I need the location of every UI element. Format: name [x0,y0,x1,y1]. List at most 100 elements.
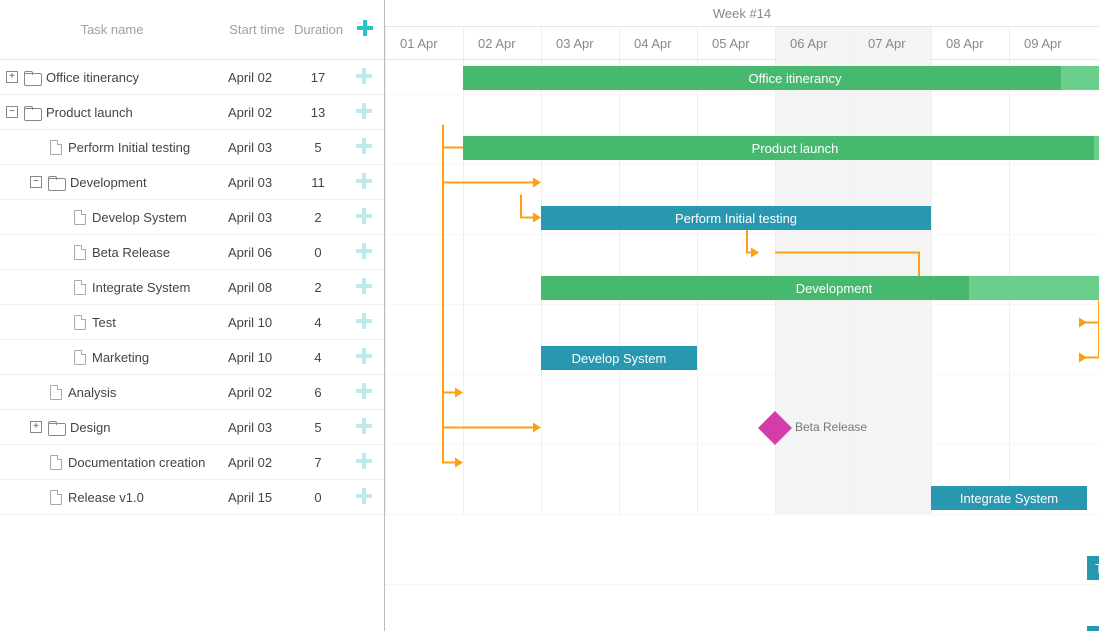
start-cell: April 06 [224,245,290,260]
day-cell: 04 Apr [619,27,697,60]
bar-label: Product launch [752,141,839,156]
grid-row[interactable]: +Office itinerancyApril 0217 [0,60,384,95]
grid-row[interactable]: Perform Initial testingApril 035 [0,130,384,165]
gantt-bar-task[interactable]: Perform Initial testing [541,206,931,230]
plus-icon [356,208,372,224]
grid-row[interactable]: TestApril 104 [0,305,384,340]
bar-label: Test [1095,561,1099,576]
task-cell: Develop System [0,210,224,225]
bar-label: Office itinerancy [749,71,842,86]
week-label: Week #14 [385,0,1099,27]
plus-icon [356,243,372,259]
expand-icon[interactable]: + [6,71,18,83]
task-cell: Test [0,315,224,330]
progress-remaining [1094,136,1099,160]
add-task-button[interactable] [346,313,382,332]
task-name: Marketing [92,350,149,365]
task-cell: Documentation creation [0,455,224,470]
add-task-button[interactable] [346,243,382,262]
collapse-icon[interactable]: − [30,176,42,188]
plus-icon [356,383,372,399]
grid-row[interactable]: Documentation creationApril 027 [0,445,384,480]
grid-row[interactable]: −Product launchApril 0213 [0,95,384,130]
plus-icon [356,173,372,189]
progress-remaining [1061,66,1099,90]
grid-row[interactable]: Develop SystemApril 032 [0,200,384,235]
add-task-button[interactable] [346,383,382,402]
day-cell: 06 Apr [775,27,853,60]
task-name: Product launch [46,105,133,120]
gantt-bar-project[interactable]: Development [541,276,1099,300]
task-cell: +Office itinerancy [0,70,224,85]
start-cell: April 02 [224,455,290,470]
add-task-button[interactable] [346,418,382,437]
grid-row[interactable]: AnalysisApril 026 [0,375,384,410]
add-task-button[interactable] [346,138,382,157]
task-name: Documentation creation [68,455,205,470]
task-name: Development [70,175,147,190]
duration-cell: 6 [290,385,346,400]
bar-label: Develop System [572,351,667,366]
task-name: Perform Initial testing [68,140,190,155]
grid-row[interactable]: Integrate SystemApril 082 [0,270,384,305]
gantt-milestone[interactable] [758,411,792,445]
add-column-header[interactable] [347,20,383,39]
grid-row[interactable]: −DevelopmentApril 0311 [0,165,384,200]
start-cell: April 02 [224,385,290,400]
grid-row[interactable]: +DesignApril 035 [0,410,384,445]
plus-icon [356,103,372,119]
timeline-row: Office itinerancy [385,60,1099,95]
bar-label: Development [796,281,873,296]
file-icon [74,280,86,295]
timeline-row: Product launch [385,130,1099,165]
add-task-button[interactable] [346,453,382,472]
day-cell: 02 Apr [463,27,541,60]
gantt-bar-project[interactable]: Product launch [463,136,1099,160]
add-task-button[interactable] [346,173,382,192]
gantt-bar-task[interactable]: Test [1087,556,1099,580]
gantt-bar-task[interactable]: Develop System [541,346,697,370]
duration-cell: 2 [290,280,346,295]
start-cell: April 02 [224,105,290,120]
plus-icon [356,138,372,154]
duration-cell: 5 [290,140,346,155]
task-cell: Beta Release [0,245,224,260]
add-task-button[interactable] [346,68,382,87]
timeline-header: Week #14 01 Apr02 Apr03 Apr04 Apr05 Apr0… [385,0,1099,60]
add-task-button[interactable] [346,103,382,122]
duration-cell: 4 [290,350,346,365]
file-icon [74,245,86,260]
gantt-bar-project[interactable]: Office itinerancy [463,66,1099,90]
start-cell: April 08 [224,280,290,295]
grid-row[interactable]: Beta ReleaseApril 060 [0,235,384,270]
progress-remaining [969,276,1099,300]
start-cell: April 03 [224,175,290,190]
add-task-button[interactable] [346,348,382,367]
folder-icon [24,71,40,84]
grid-row[interactable]: Release v1.0April 150 [0,480,384,515]
timeline-row: Test [385,550,1099,585]
gantt-bar-task[interactable]: Integrate System [931,486,1087,510]
timeline-row: Marketing [385,620,1099,631]
expand-icon[interactable]: + [30,421,42,433]
start-cell: April 10 [224,350,290,365]
grid-header: Task name Start time Duration [0,0,384,60]
plus-icon [356,313,372,329]
task-name: Release v1.0 [68,490,144,505]
timeline-row: Perform Initial testing [385,200,1099,235]
file-icon [50,490,62,505]
add-task-button[interactable] [346,278,382,297]
gantt-bar-task[interactable]: Marketing [1087,626,1099,631]
day-cell: 03 Apr [541,27,619,60]
grid-row[interactable]: Marketing April 104 [0,340,384,375]
gantt-chart: Task name Start time Duration +Office it… [0,0,1099,631]
timeline[interactable]: Week #14 01 Apr02 Apr03 Apr04 Apr05 Apr0… [385,0,1099,631]
plus-icon [356,453,372,469]
add-task-button[interactable] [346,488,382,507]
task-cell: − Product launch [0,105,224,120]
folder-icon [24,106,40,119]
duration-cell: 2 [290,210,346,225]
start-cell: April 03 [224,210,290,225]
add-task-button[interactable] [346,208,382,227]
collapse-icon[interactable]: − [6,106,18,118]
